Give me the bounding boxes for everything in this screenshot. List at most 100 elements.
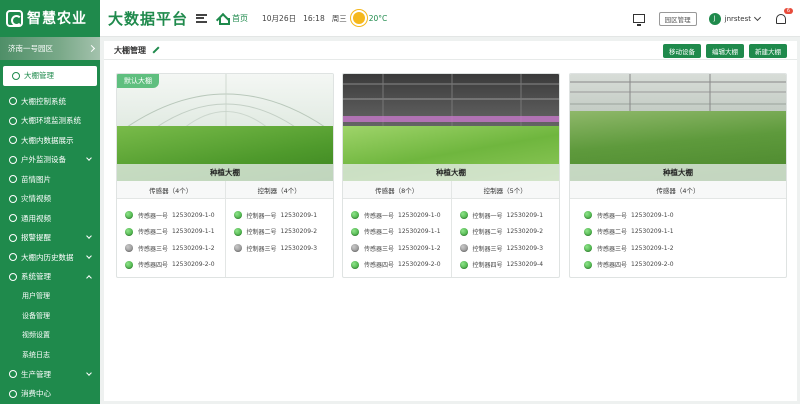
status-on-icon xyxy=(584,260,592,269)
sidebar-item-label: 大棚控制系统 xyxy=(21,96,66,106)
controller-code: 12530209-4 xyxy=(506,261,544,269)
sensor-row[interactable]: 传感器四号 12530209-2-0 xyxy=(584,257,786,274)
sensor-row[interactable]: 传感器一号 12530209-1-0 xyxy=(351,207,451,224)
sidebar-item-disaster-video[interactable]: 灾情视频 xyxy=(0,189,100,209)
park-management-button[interactable]: 园区管理 xyxy=(658,11,697,26)
device-icon xyxy=(9,155,17,164)
greenhouse-card[interactable]: 种植大棚 传感器（4个） 传感器一号 12530209-1-0 传感器二号 1253… xyxy=(569,73,787,278)
monitor-icon xyxy=(9,116,17,125)
controller-row[interactable]: 控制器二号 12530209-2 xyxy=(233,224,334,241)
monitor-icon[interactable] xyxy=(632,14,645,26)
username[interactable]: jnrstest xyxy=(725,15,751,23)
sidebar-item-production[interactable]: 生产管理 xyxy=(0,365,100,385)
sidebar-item-user-management[interactable]: 用户管理 xyxy=(0,287,100,307)
sidebar-item-label: 视频设置 xyxy=(22,331,50,340)
status-on-icon xyxy=(584,227,592,236)
sidebar-item-label: 大棚内历史数据 xyxy=(21,252,74,262)
avatar[interactable]: J xyxy=(708,12,721,25)
sensor-row[interactable]: 传感器四号 12530209-2-0 xyxy=(125,257,225,274)
sidebar-item-general-video[interactable]: 通用视频 xyxy=(0,209,100,229)
chevron-up-icon xyxy=(86,275,92,281)
sidebar-item-greenhouse-management[interactable]: 大棚管理 xyxy=(3,66,97,86)
controller-code: 12530209-1 xyxy=(280,211,318,219)
sensor-code: 12530209-1-2 xyxy=(398,244,441,252)
greenhouse-card[interactable]: 种植大棚 传感器（8个） 控制器（5个） 传感器一号 12530209-1-0 传… xyxy=(342,73,560,278)
sensor-name: 传感器四号 xyxy=(364,262,395,270)
sensor-row[interactable]: 传感器三号 12530209-1-2 xyxy=(584,240,786,257)
video-icon xyxy=(9,214,17,223)
sidebar-item-outdoor-devices[interactable]: 户外监测设备 xyxy=(0,150,100,170)
sidebar-item-history-data[interactable]: 大棚内历史数据 xyxy=(0,248,100,268)
sidebar-item-label: 系统管理 xyxy=(21,272,51,282)
sensor-row[interactable]: 传感器一号 12530209-1-0 xyxy=(125,207,225,224)
greenhouse-card[interactable]: 默认大棚 种植大棚 传感器（4个） 控制器（4个） 传感器一号 12530209-… xyxy=(116,73,334,278)
sidebar-item-environment-monitoring[interactable]: 大棚环境监测系统 xyxy=(0,111,100,131)
status-off-icon xyxy=(459,244,468,253)
sensor-row[interactable]: 传感器二号 12530209-1-1 xyxy=(351,224,451,241)
sidebar-item-control-system[interactable]: 大棚控制系统 xyxy=(0,92,100,112)
park-selector[interactable]: 济南一号园区 xyxy=(0,37,100,60)
device-lists: 传感器一号 12530209-1-0 传感器二号 12530209-1-1 传感器三… xyxy=(117,199,334,277)
edit-greenhouse-button[interactable]: 编辑大棚 xyxy=(706,44,744,58)
status-on-icon xyxy=(233,227,242,236)
sidebar-item-crop-images[interactable]: 苗情图片 xyxy=(0,170,100,190)
sensor-row[interactable]: 传感器三号 12530209-1-2 xyxy=(125,240,225,257)
notification-badge: 6 xyxy=(784,7,793,14)
sensor-code: 12530209-1-2 xyxy=(631,244,674,252)
temperature: 20°C xyxy=(368,13,388,23)
sensor-code: 12530209-1-0 xyxy=(631,211,674,219)
controller-row[interactable]: 控制器一号 12530209-1 xyxy=(233,207,334,224)
app-logo[interactable]: 智慧农业 xyxy=(0,0,100,37)
sensor-row[interactable]: 传感器二号 12530209-1-1 xyxy=(584,224,786,241)
sidebar-item-system-log[interactable]: 系统日志 xyxy=(0,345,100,365)
sidebar-item-system-management[interactable]: 系统管理 xyxy=(0,267,100,287)
history-icon xyxy=(9,253,17,262)
sidebar-item-label: 系统日志 xyxy=(22,350,50,359)
sidebar-item-device-management[interactable]: 设备管理 xyxy=(0,306,100,326)
status-on-icon xyxy=(584,244,592,253)
controller-row[interactable]: 控制器一号 12530209-1 xyxy=(459,207,560,224)
bell-icon[interactable]: 6 xyxy=(776,7,793,24)
greenhouse-name: 种植大棚 xyxy=(570,164,786,181)
device-columns-header: 传感器（8个） 控制器（5个） xyxy=(343,181,559,199)
new-greenhouse-button[interactable]: 新建大棚 xyxy=(749,44,787,58)
controller-name: 控制器一号 xyxy=(246,212,277,220)
page-title: 大棚管理 xyxy=(114,45,146,55)
menu-toggle-icon[interactable] xyxy=(196,13,208,23)
sidebar-item-alarms[interactable]: 报警提醒 xyxy=(0,228,100,248)
controller-row[interactable]: 控制器二号 12530209-2 xyxy=(459,224,560,241)
controller-row[interactable]: 控制器三号 12530209-3 xyxy=(459,240,560,257)
sensor-row[interactable]: 传感器一号 12530209-1-0 xyxy=(584,207,786,224)
user-icon xyxy=(9,389,17,398)
controller-row[interactable]: 控制器四号 12530209-4 xyxy=(459,257,560,274)
home-link[interactable]: 首页 xyxy=(217,13,248,25)
sensor-row[interactable]: 传感器二号 12530209-1-1 xyxy=(125,224,225,241)
sensor-code: 12530209-1-1 xyxy=(172,228,215,236)
chevron-right-icon xyxy=(87,44,96,53)
sensor-list: 传感器一号 12530209-1-0 传感器二号 12530209-1-1 传感器三… xyxy=(117,199,225,277)
status-on-icon xyxy=(351,260,359,269)
edit-icon[interactable] xyxy=(152,46,160,54)
settings-icon xyxy=(9,97,17,106)
status-on-icon xyxy=(125,227,133,236)
sensor-row[interactable]: 传感器三号 12530209-1-2 xyxy=(351,240,451,257)
image-icon xyxy=(9,175,17,184)
datetime: 10月26日 16:18 周三 xyxy=(262,13,347,24)
status-off-icon xyxy=(233,244,242,253)
sensor-name: 传感器三号 xyxy=(597,245,628,253)
chevron-down-icon[interactable] xyxy=(753,13,762,22)
sensor-list: 传感器一号 12530209-1-0 传感器二号 12530209-1-1 传感器三… xyxy=(570,199,786,277)
top-bar: 智慧农业 大数据平台 首页 10月26日 16:18 周三 20°C 园区管理 … xyxy=(0,0,800,37)
alarm-icon xyxy=(9,233,17,242)
controller-row[interactable]: 控制器三号 12530209-3 xyxy=(233,240,334,257)
move-device-button[interactable]: 移动设备 xyxy=(663,44,701,58)
sidebar-item-consumer-center[interactable]: 消费中心 xyxy=(0,384,100,404)
sidebar-item-data-display[interactable]: 大棚内数据展示 xyxy=(0,131,100,151)
sidebar-item-label: 苗情图片 xyxy=(21,174,51,184)
sidebar-item-video-settings[interactable]: 视频设置 xyxy=(0,326,100,346)
greenhouse-photo: 默认大棚 种植大棚 xyxy=(117,74,333,181)
platform-title: 大数据平台 xyxy=(108,9,189,28)
controller-name: 控制器四号 xyxy=(472,262,503,270)
sensor-row[interactable]: 传感器四号 12530209-2-0 xyxy=(351,257,451,274)
sidebar-item-label: 大棚内数据展示 xyxy=(21,135,74,145)
